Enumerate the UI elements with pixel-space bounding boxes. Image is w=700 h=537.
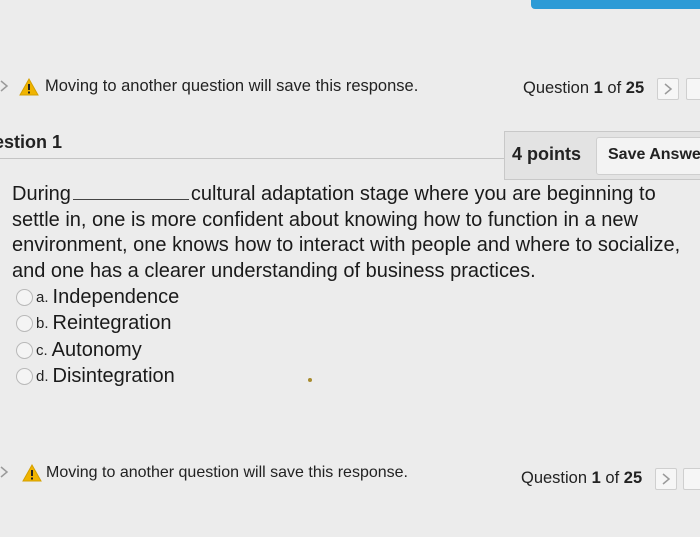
question-title: estion 1 [0,132,63,152]
question-text-start: During [12,183,71,205]
option-label[interactable]: Independence [53,286,180,309]
radio-button[interactable] [16,368,33,386]
question-header-divider [0,158,505,159]
warning-icon [22,464,42,482]
chevron-right-icon [662,473,671,485]
save-warning-text: Moving to another question will save thi… [45,77,419,95]
last-question-button[interactable] [683,468,700,490]
option-b[interactable]: b. Reintegration [16,311,179,338]
option-letter: a. [36,288,49,306]
save-answer-label[interactable]: Save Answe [608,146,700,164]
counter-prefix: Question [521,469,588,487]
option-d[interactable]: d. Disintegration [16,364,179,391]
radio-button[interactable] [16,315,33,333]
option-label[interactable]: Autonomy [52,339,142,362]
option-c[interactable]: c. Autonomy [16,337,179,364]
counter-total: 25 [623,469,643,487]
points-label: 4 points [512,144,582,164]
option-label[interactable]: Disintegration [53,365,175,388]
top-accent-bar [531,0,700,9]
question-counter: Question 1 of 25 [523,79,644,98]
chevron-right-icon [664,83,673,95]
question-text: During cultural adaptation stage where yo… [12,181,687,284]
warning-icon [19,78,39,96]
option-letter: c. [36,341,48,359]
screen-speck [308,378,312,382]
bottom-navigation: Moving to another question will save thi… [0,456,700,490]
counter-sep: of [607,79,622,97]
save-warning-text: Moving to another question will save thi… [46,464,408,481]
radio-button[interactable] [16,288,33,306]
next-question-button[interactable] [655,468,677,490]
answer-blank [72,181,189,200]
option-letter: d. [36,368,49,386]
counter-current: 1 [591,469,601,487]
counter-total: 25 [625,79,645,97]
answer-options: a. Independence b. Reintegration c. Auto… [16,284,179,390]
chevron-right-icon [0,466,9,478]
option-letter: b. [36,315,49,333]
counter-prefix: Question [523,79,590,97]
question-counter: Question 1 of 25 [521,469,642,488]
next-question-button[interactable] [657,78,679,100]
option-a[interactable]: a. Independence [16,284,179,311]
top-navigation: Moving to another question will save thi… [0,70,700,104]
last-question-button[interactable] [686,78,700,100]
counter-current: 1 [593,79,603,97]
option-label[interactable]: Reintegration [53,312,172,335]
chevron-right-icon [0,80,9,92]
radio-button[interactable] [16,341,33,359]
counter-sep: of [605,469,620,487]
